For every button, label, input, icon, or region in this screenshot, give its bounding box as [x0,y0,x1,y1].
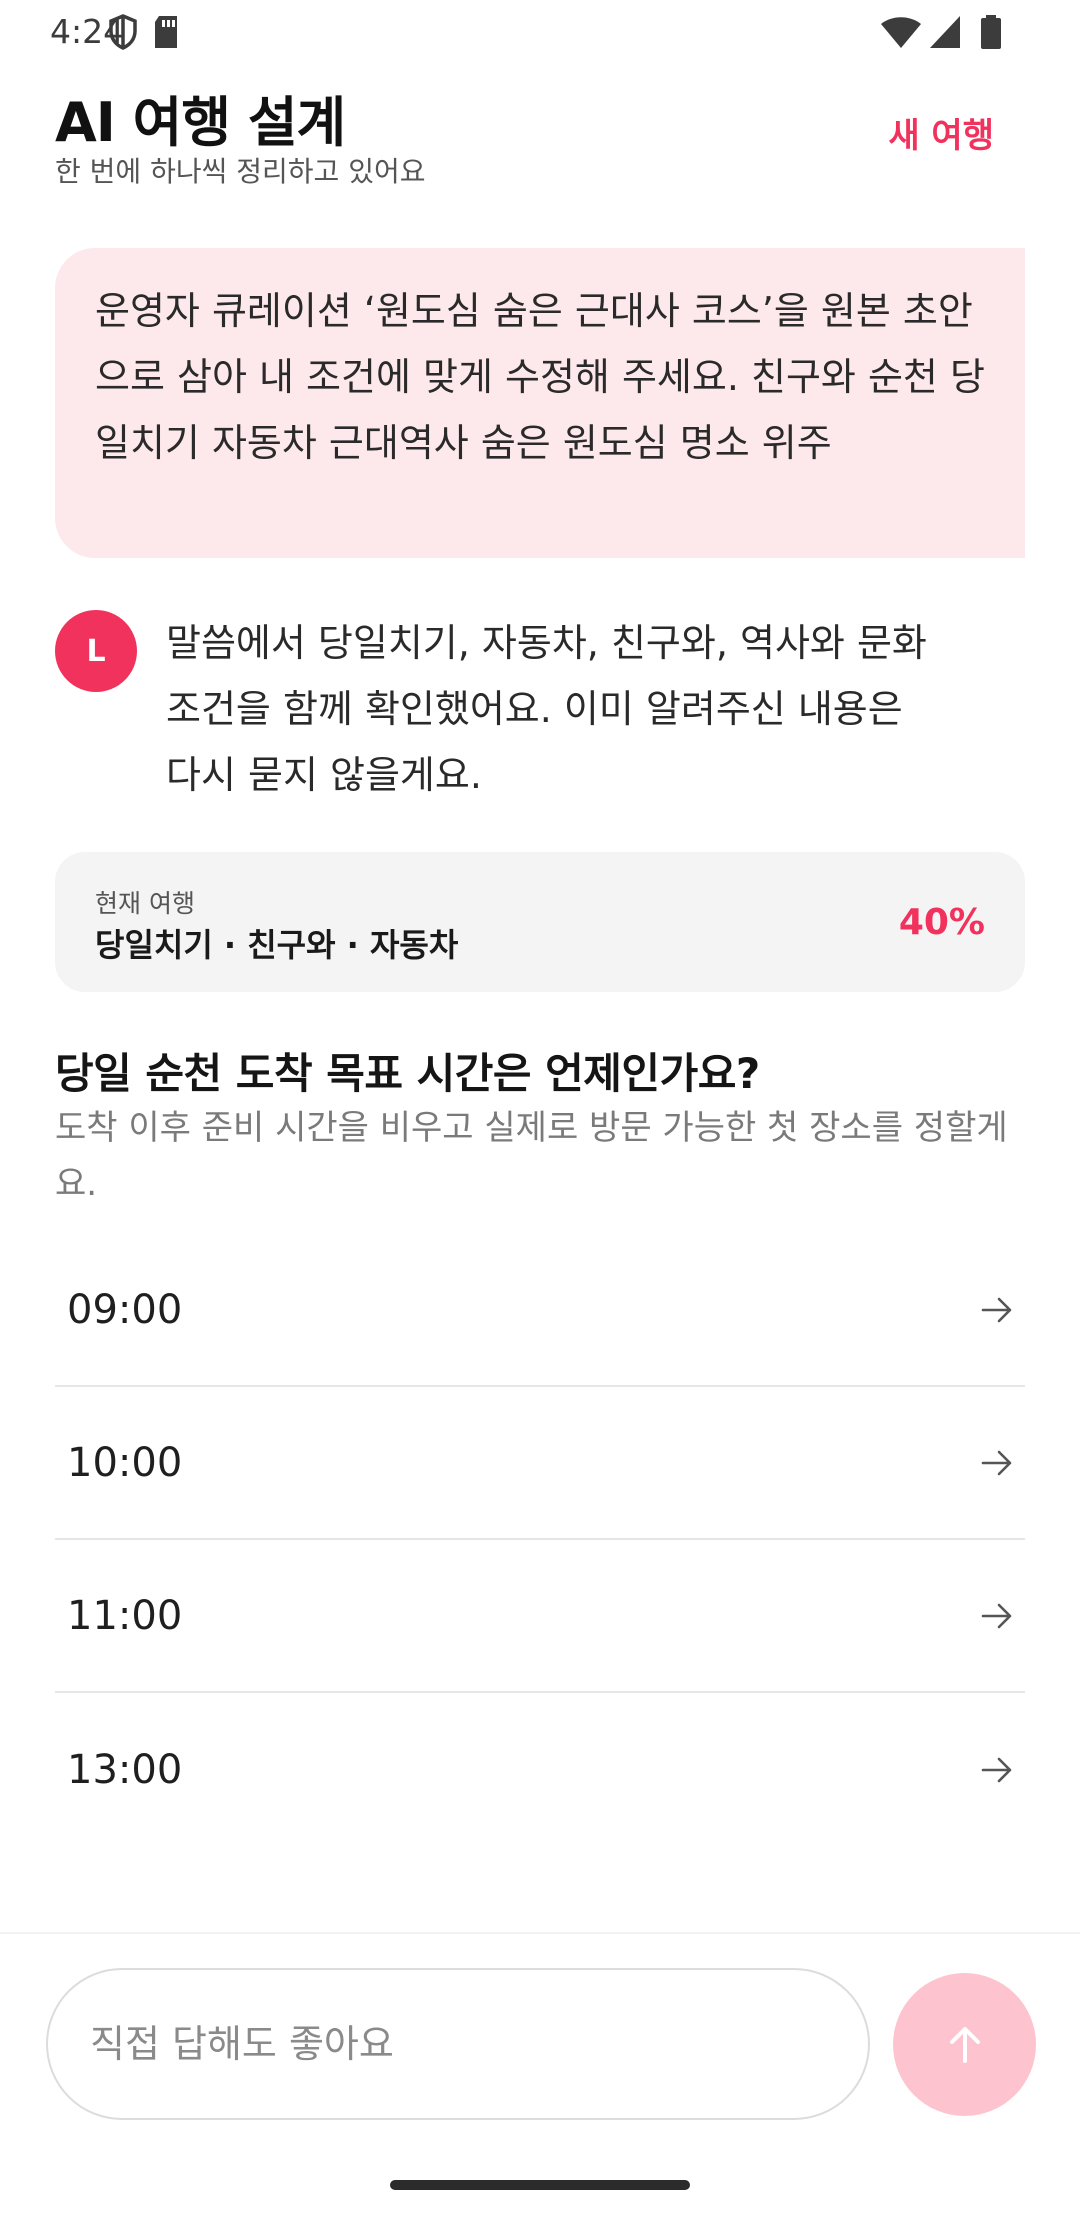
option-label: 13:00 [67,1746,183,1793]
arrow-right-icon [981,1603,1012,1628]
page-subtitle: 한 번에 하나씩 정리하고 있어요 [55,155,426,188]
shield-icon [109,14,137,50]
battery-icon [981,15,1001,49]
assistant-avatar: L [55,610,137,692]
arrow-right-icon [981,1757,1012,1782]
trip-progress-percent: 40% [898,902,985,943]
option-list: 09:00 10:00 11:00 13:00 [55,1234,1025,1846]
current-trip-summary: 당일치기 · 친구와 · 자동차 [95,926,459,964]
user-message-bubble: 운영자 큐레이션 ‘원도심 숨은 근대사 코스’을 원본 초안으로 삼아 내 조… [55,248,1025,558]
wifi-icon [881,17,921,48]
composer-divider [0,1932,1080,1934]
signal-icon [930,16,960,48]
home-indicator [390,2180,690,2190]
option-label: 11:00 [67,1592,183,1639]
option-item-0900[interactable]: 09:00 [55,1234,1025,1387]
current-trip-label: 현재 여행 [95,889,195,918]
option-item-1300[interactable]: 13:00 [55,1693,1025,1846]
arrow-right-icon [981,1297,1012,1322]
assistant-message: 말씀에서 당일치기, 자동차, 친구와, 역사와 문화 조건을 함께 확인했어요… [166,621,927,797]
option-item-1100[interactable]: 11:00 [55,1540,1025,1693]
arrow-right-icon [981,1450,1012,1475]
page-title: AI 여행 설계 [55,91,346,154]
answer-input[interactable] [46,1968,870,2120]
app-screen: 4:24 AI 여행 설계 한 번에 하나씩 정리하고 있어요 새 여행 운영자… [0,0,1080,2220]
send-button[interactable] [893,1973,1036,2116]
question-description: 도착 이후 준비 시간을 비우고 실제로 방문 가능한 첫 장소를 정할게요. [55,1108,1008,1204]
option-label: 09:00 [67,1286,183,1333]
new-trip-button[interactable]: 새 여행 [888,108,994,157]
option-item-1000[interactable]: 10:00 [55,1387,1025,1540]
question-title: 당일 순천 도착 목표 시간은 언제인가요? [55,1049,760,1098]
option-label: 10:00 [67,1439,183,1486]
arrow-up-icon [949,2026,980,2063]
sd-card-icon [155,16,177,48]
current-trip-card: 현재 여행 당일치기 · 친구와 · 자동차 40% [55,852,1025,992]
status-bar: 4:24 [0,0,1080,66]
